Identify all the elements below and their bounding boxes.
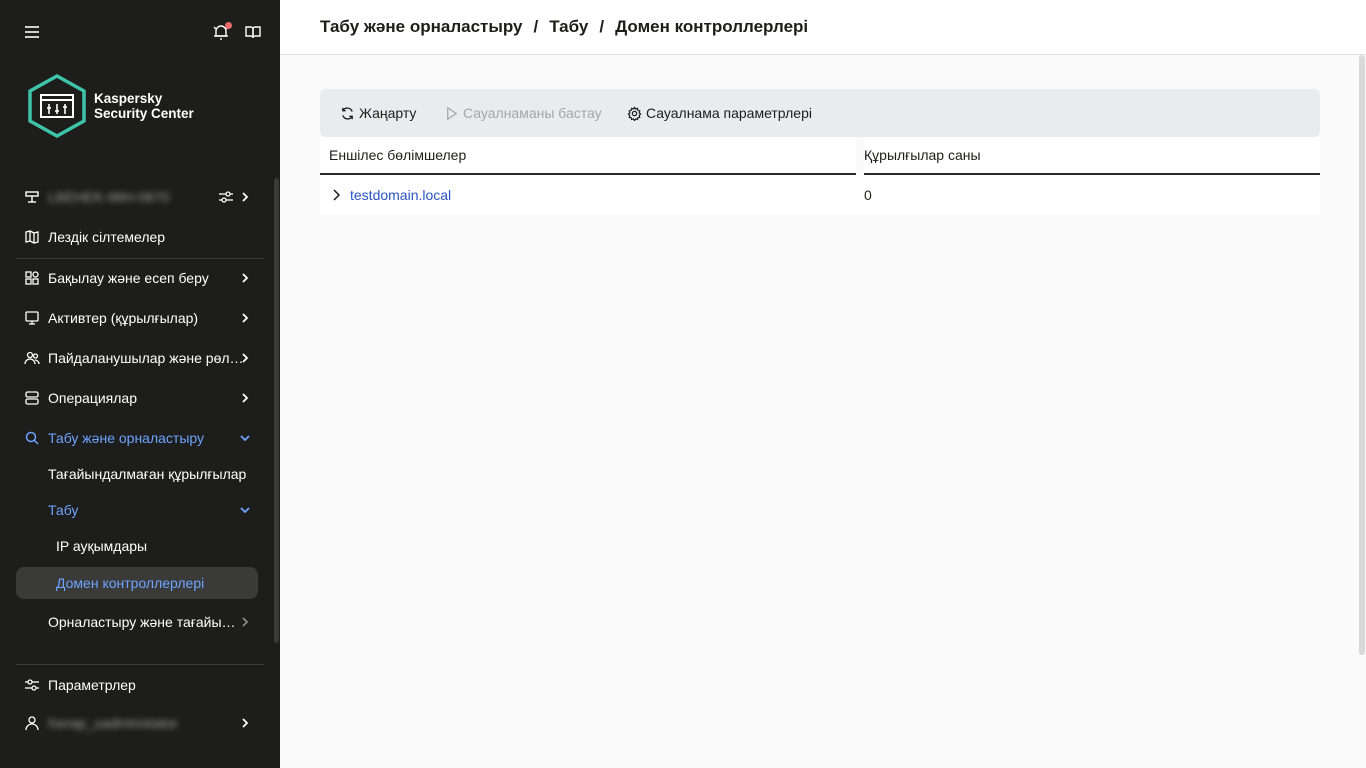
sidebar-item-discovery[interactable]: Табу және орналастыру: [16, 420, 258, 456]
chevron-right-icon: [242, 718, 249, 728]
sidebar-item-ip-ranges[interactable]: IP ауқымдары: [16, 528, 258, 564]
sidebar-divider: [16, 664, 264, 665]
breadcrumb-separator: /: [599, 17, 605, 36]
sidebar-item-user-account[interactable]: hsnap_uadministator: [16, 705, 258, 741]
breadcrumb: Табу және орналастыру / Табу / Домен кон…: [320, 17, 808, 37]
chevron-right-icon: [242, 393, 249, 403]
sidebar-item-label: IP ауқымдары: [56, 538, 148, 554]
sidebar-item-discovery-sub[interactable]: Табу: [16, 492, 258, 528]
sliders-icon[interactable]: [218, 189, 234, 205]
chevron-right-icon: [242, 353, 249, 363]
chevron-down-icon: [240, 507, 250, 514]
sidebar-item-unassigned-devices[interactable]: Тағайындалмаған құрылғылар: [16, 456, 258, 492]
domain-link[interactable]: testdomain.local: [350, 187, 451, 203]
user-icon: [24, 715, 40, 731]
sidebar-item-users[interactable]: Пайдаланушылар және рөл…: [16, 340, 258, 376]
toolbar: Жаңарту Сауалнаманы бастау Сауалнама пар…: [320, 89, 1320, 137]
sidebar-item-label: Бақылау және есеп беру: [48, 270, 209, 286]
users-icon: [24, 350, 40, 366]
column-header-subdivisions[interactable]: Еншілес бөлімшелер: [320, 137, 856, 175]
logo-line-1: Kaspersky: [94, 91, 163, 106]
breadcrumb-separator: /: [533, 17, 539, 36]
sidebar-item-quick-links[interactable]: Лездік сілтемелер: [16, 219, 258, 255]
refresh-button[interactable]: Жаңарту: [340, 103, 416, 123]
book-icon[interactable]: [241, 20, 265, 44]
column-header-label: Еншілес бөлімшелер: [329, 147, 467, 163]
chevron-right-icon: [242, 617, 249, 627]
poll-settings-label: Сауалнама параметрлері: [646, 105, 812, 121]
logo-text: Kaspersky Security Center: [94, 91, 194, 121]
server-node-icon: [24, 189, 40, 205]
start-poll-label: Сауалнаманы бастау: [463, 105, 602, 121]
sidebar-item-settings[interactable]: Параметрлер: [16, 667, 258, 703]
column-header-device-count[interactable]: Құрылғылар саны: [864, 137, 1320, 175]
dashboard-icon: [24, 270, 40, 286]
page-header: Табу және орналастыру / Табу / Домен кон…: [280, 0, 1366, 55]
start-poll-button[interactable]: Сауалнаманы бастау: [444, 103, 602, 123]
sidebar-item-assets[interactable]: Активтер (құрылғылар): [16, 300, 258, 336]
sliders-icon: [24, 677, 40, 693]
logo-line-2: Security Center: [94, 106, 194, 121]
server-name: LBEHEK-96H-0870: [48, 189, 170, 205]
table-cell-count: 0: [864, 187, 872, 203]
monitor-icon: [24, 310, 40, 326]
sidebar-item-label: Лездік сілтемелер: [48, 229, 166, 245]
table-row: testdomain.local 0: [320, 175, 1320, 215]
page-title: Домен контроллерлері: [615, 17, 809, 36]
poll-settings-button[interactable]: Сауалнама параметрлері: [627, 103, 812, 123]
chevron-right-icon: [242, 313, 249, 323]
sidebar-item-monitoring[interactable]: Бақылау және есеп беру: [16, 260, 258, 296]
logo-hexagon-icon: [28, 73, 86, 139]
sidebar: Kaspersky Security Center LBEHEK-96H-087…: [0, 0, 280, 768]
bell-icon[interactable]: [209, 20, 233, 44]
chevron-right-icon: [242, 273, 249, 283]
sidebar-item-label: Орналастыру және тағайы…: [48, 614, 236, 630]
sidebar-item-operations[interactable]: Операциялар: [16, 380, 258, 416]
table-cell-name: testdomain.local: [330, 175, 451, 215]
search-icon: [24, 430, 40, 446]
sidebar-item-label: Домен контроллерлері: [56, 575, 205, 591]
sidebar-divider: [16, 258, 264, 259]
sidebar-item-deployment[interactable]: Орналастыру және тағайы…: [16, 604, 258, 640]
map-icon: [24, 229, 40, 245]
sidebar-item-label: Параметрлер: [48, 677, 136, 693]
sidebar-item-label: Табу және орналастыру: [48, 430, 205, 446]
kaspersky-logo[interactable]: Kaspersky Security Center: [26, 72, 266, 140]
breadcrumb-item[interactable]: Табу: [549, 17, 588, 37]
gear-icon: [627, 105, 642, 121]
server-selector[interactable]: LBEHEK-96H-0870: [16, 179, 258, 215]
sidebar-item-label: Операциялар: [48, 390, 137, 406]
sidebar-item-label: Активтер (құрылғылар): [48, 310, 199, 326]
refresh-icon: [342, 106, 353, 120]
sidebar-item-label: Пайдаланушылар және рөл…: [48, 350, 244, 366]
chevron-down-icon: [240, 435, 250, 442]
sidebar-item-label: Тағайындалмаған құрылғылар: [48, 466, 247, 482]
server-icon: [24, 390, 40, 406]
sidebar-top-bar: [0, 0, 280, 64]
notification-dot: [225, 22, 232, 29]
chevron-right-icon[interactable]: [330, 188, 344, 202]
hamburger-icon[interactable]: [20, 20, 44, 44]
column-header-label: Құрылғылар саны: [864, 147, 981, 163]
sidebar-item-label: Табу: [48, 502, 79, 518]
breadcrumb-item[interactable]: Табу және орналастыру: [320, 17, 522, 37]
play-icon: [447, 106, 458, 120]
refresh-label: Жаңарту: [359, 105, 417, 121]
user-name: hsnap_uadministator: [48, 715, 178, 731]
chevron-right-icon: [242, 192, 249, 202]
sidebar-scrollbar[interactable]: [274, 178, 279, 643]
main-scrollbar[interactable]: [1359, 55, 1365, 655]
sidebar-item-domain-controllers[interactable]: Домен контроллерлері: [16, 567, 258, 599]
